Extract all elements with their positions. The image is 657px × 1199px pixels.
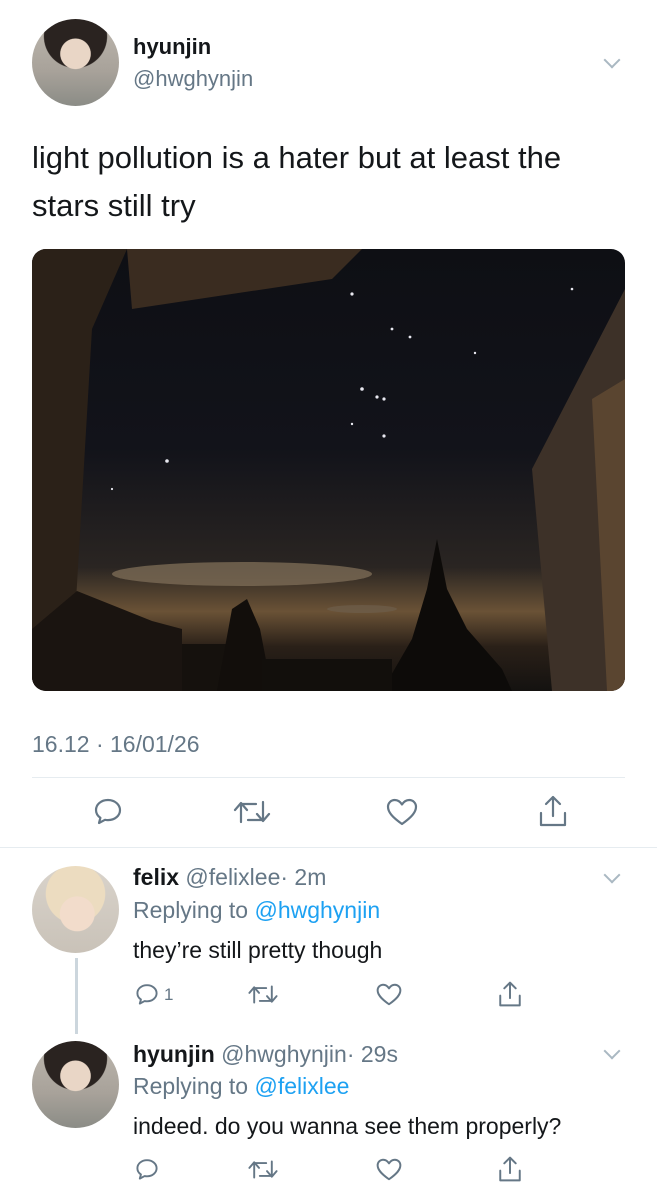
- author-handle[interactable]: @hwghynjin: [133, 66, 253, 92]
- reply-menu-chevron-icon[interactable]: [603, 1042, 621, 1060]
- reply-header: felix @felixlee· 2m: [133, 864, 326, 891]
- replying-to-line: Replying to @felixlee: [133, 1073, 349, 1100]
- thread-connector-line: [75, 958, 78, 1034]
- reply-avatar-felix[interactable]: [32, 866, 119, 953]
- replying-to-label: Replying to: [133, 1073, 249, 1099]
- tweet-menu-chevron-icon[interactable]: [603, 51, 621, 69]
- reply-icon[interactable]: [135, 1157, 159, 1181]
- retweet-icon[interactable]: [247, 1158, 279, 1181]
- divider: [0, 847, 657, 848]
- reply-text: they’re still pretty though: [133, 937, 383, 963]
- reply-handle[interactable]: @hwghynjin: [221, 1041, 347, 1067]
- reply-count: 1: [164, 985, 174, 1004]
- retweet-icon[interactable]: [232, 798, 272, 826]
- share-icon[interactable]: [497, 980, 523, 1008]
- tweet-timestamp: 16.12 · 16/01/26: [32, 731, 200, 757]
- night-sky-image: [32, 249, 625, 691]
- replying-to-line: Replying to @hwghynjin: [133, 897, 380, 924]
- reply-time: · 2m: [280, 864, 327, 890]
- reply-time: · 29s: [346, 1041, 398, 1067]
- reply-text: indeed. do you wanna see them properly?: [133, 1113, 562, 1139]
- reply-header: hyunjin @hwghynjin· 29s: [133, 1041, 398, 1068]
- like-heart-icon[interactable]: [376, 1158, 402, 1181]
- reply-menu-chevron-icon[interactable]: [603, 866, 621, 884]
- author-display-name[interactable]: hyunjin: [133, 34, 211, 60]
- reply-icon[interactable]: [93, 796, 123, 826]
- divider: [32, 777, 625, 778]
- reply-avatar-hyunjin[interactable]: [32, 1041, 119, 1128]
- like-heart-icon[interactable]: [376, 983, 402, 1006]
- like-heart-icon[interactable]: [386, 798, 418, 826]
- share-icon[interactable]: [497, 1155, 523, 1183]
- tweet-text: light pollution is a hater but at least …: [32, 140, 562, 223]
- retweet-icon[interactable]: [247, 983, 279, 1006]
- replying-to-label: Replying to: [133, 897, 249, 923]
- replying-to-mention[interactable]: @felixlee: [254, 1073, 349, 1099]
- author-avatar[interactable]: [32, 19, 119, 106]
- replying-to-mention[interactable]: @hwghynjin: [254, 897, 380, 923]
- reply-display-name[interactable]: hyunjin: [133, 1041, 215, 1067]
- reply-handle[interactable]: @felixlee: [185, 864, 280, 890]
- share-icon[interactable]: [537, 794, 569, 828]
- tweet-photo[interactable]: [32, 249, 625, 691]
- reply-icon[interactable]: [135, 982, 159, 1006]
- reply-display-name[interactable]: felix: [133, 864, 179, 890]
